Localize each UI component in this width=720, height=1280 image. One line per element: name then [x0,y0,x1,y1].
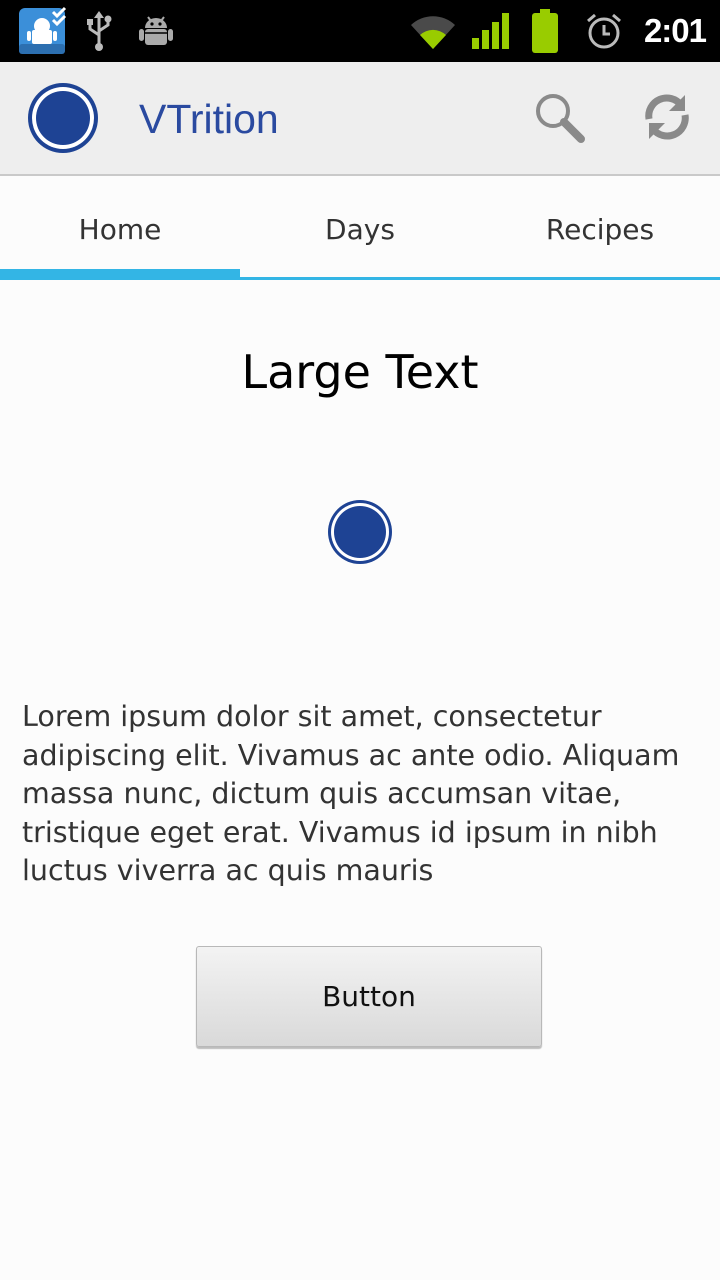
refresh-icon [639,89,695,149]
tab-label: Days [325,213,395,246]
tab-recipes[interactable]: Recipes [480,178,720,277]
action-bar: VTrition [0,62,720,176]
tab-label: Recipes [545,213,655,246]
body-text: Lorem ipsum dolor sit amet, consectetur … [22,700,680,887]
status-bar: 2:01 [0,0,720,62]
tab-days[interactable]: Days [240,178,480,277]
main-button[interactable]: Button [196,946,542,1047]
large-text-heading: Large Text [241,345,479,399]
tab-home[interactable]: Home [0,178,240,280]
alarm-icon [584,0,624,62]
android-debug-icon [137,0,175,62]
signal-icon [470,0,512,62]
app-title: VTrition [139,95,279,142]
circle-icon [331,503,389,561]
wifi-icon [408,0,458,62]
tab-bar: Home Days Recipes [0,178,720,280]
status-clock: 2:01 [643,12,707,49]
app-logo-icon[interactable] [32,87,94,149]
screen: 2:01 VTrition Home Days Recipes Large Te… [0,0,720,1280]
refresh-button[interactable] [634,86,700,152]
search-button[interactable] [526,86,592,152]
app-notification-icon [16,0,68,62]
search-icon [531,89,587,149]
usb-icon [84,0,114,62]
selected-tab-indicator [0,269,240,280]
battery-icon [530,0,560,62]
tab-label: Home [78,213,162,246]
